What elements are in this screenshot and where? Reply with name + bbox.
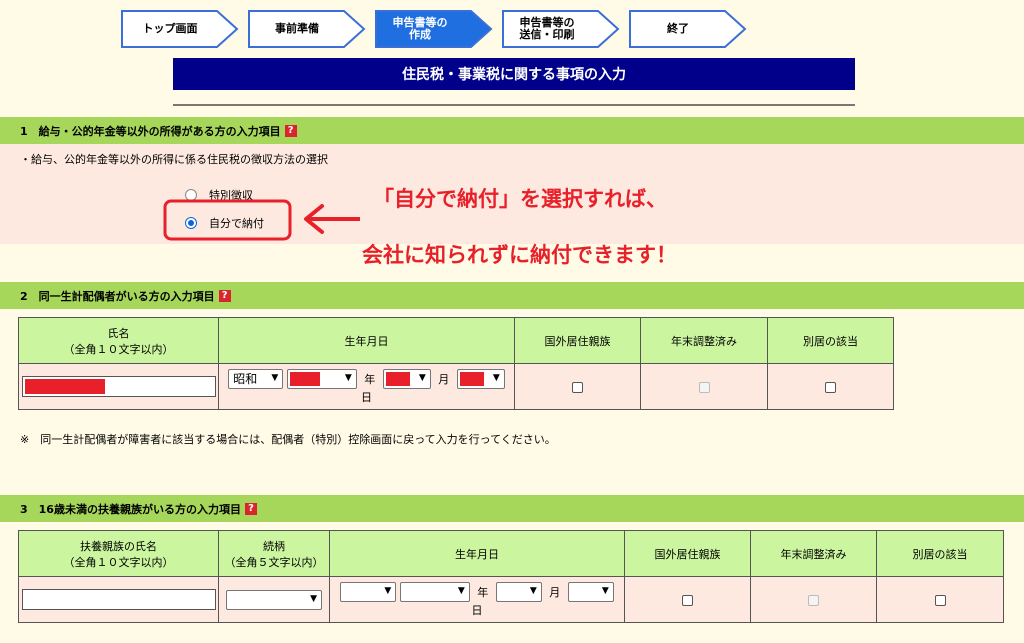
unit-year: 年 [364, 372, 376, 386]
callout-line2: 会社に知られずに納付できます！ [362, 243, 677, 267]
step-finish-label: 終了 [667, 22, 689, 35]
cell-relation: ▼ [218, 576, 330, 623]
month-select[interactable]: ▼ [495, 581, 542, 602]
step-send-print: 申告書等の 送信・印刷 [502, 10, 620, 48]
header-dependent-name-label: 扶養親族の氏名 [80, 539, 157, 553]
header-year-end: 年末調整済み [750, 530, 877, 577]
overseas-checkbox[interactable] [572, 381, 583, 393]
step-create-label: 申告書等の 作成 [392, 16, 448, 41]
chevron-down-icon: ▼ [601, 585, 609, 596]
cell-birth: ▼ ▼ 年 ▼ 月 ▼ 日 [329, 576, 625, 623]
dependent-table: 扶養親族の氏名 （全角１０文字以内） 続柄 （全角５文字以内） 生年月日 国外居… [18, 530, 1004, 623]
header-relation-note: （全角５文字以内） [224, 555, 324, 569]
chevron-down-icon: ▼ [492, 372, 500, 383]
section1-header: 1 給与・公的年金等以外の所得がある方の入力項目 ? [0, 117, 1024, 144]
section1-title: 1 給与・公的年金等以外の所得がある方の入力項目 [20, 124, 281, 138]
header-dependent-name: 扶養親族の氏名 （全角１０文字以内） [18, 530, 219, 577]
unit-month: 月 [549, 585, 561, 599]
step-top-label: トップ画面 [142, 22, 198, 35]
separate-checkbox[interactable] [825, 381, 836, 393]
step-prepare-label: 事前準備 [275, 22, 319, 35]
era-select[interactable]: ▼ [340, 581, 397, 602]
header-name: 氏名 （全角１０文字以内） [18, 317, 219, 364]
chevron-down-icon: ▼ [384, 585, 392, 596]
step-create: 申告書等の 作成 [375, 10, 493, 48]
header-overseas: 国外居住親族 [624, 530, 751, 577]
section2-title: 2 同一生計配偶者がいる方の入力項目 [20, 289, 215, 303]
header-year-end: 年末調整済み [640, 317, 768, 364]
cell-overseas [514, 363, 641, 410]
overseas-checkbox[interactable] [682, 594, 693, 606]
unit-year: 年 [477, 585, 489, 599]
spouse-name-input[interactable] [21, 376, 216, 397]
cell-name [18, 363, 219, 410]
year-end-checkbox [808, 594, 819, 606]
section2-note: ※ 同一生計配偶者が障害者に該当する場合には、配偶者（特別）控除画面に戻って入力… [20, 433, 556, 446]
dependent-name-input[interactable] [21, 589, 216, 610]
header-separate: 別居の該当 [767, 317, 894, 364]
chevron-down-icon: ▼ [418, 372, 426, 383]
divider [173, 104, 855, 106]
year-select[interactable]: ▼ [286, 368, 357, 389]
page-title: 住民税・事業税に関する事項の入力 [173, 58, 855, 90]
help-icon[interactable]: ? [218, 289, 231, 302]
chevron-down-icon: ▼ [529, 585, 537, 596]
header-birth: 生年月日 [329, 530, 625, 577]
cell-year-end [640, 363, 768, 410]
cell-separate [876, 576, 1004, 623]
help-icon[interactable]: ? [284, 124, 297, 137]
cell-dependent-name [18, 576, 219, 623]
step-top: トップ画面 [121, 10, 239, 48]
cell-year-end [750, 576, 877, 623]
unit-month: 月 [438, 372, 450, 386]
callout-line1: 「自分で納付」を選択すれば、 [373, 187, 667, 211]
year-end-checkbox [698, 381, 710, 393]
chevron-down-icon: ▼ [271, 372, 279, 383]
unit-day: 日 [361, 390, 372, 404]
header-overseas: 国外居住親族 [514, 317, 641, 364]
section3-title: 3 16歳未満の扶養親族がいる方の入力項目 [20, 502, 241, 516]
chevron-down-icon: ▼ [310, 593, 317, 604]
header-name-label: 氏名 [107, 326, 130, 340]
section2-header: 2 同一生計配偶者がいる方の入力項目 ? [0, 282, 1024, 309]
step-finish: 終了 [629, 10, 747, 48]
separate-checkbox[interactable] [934, 594, 946, 606]
header-birth: 生年月日 [218, 317, 515, 364]
day-select[interactable]: ▼ [567, 581, 614, 602]
chevron-down-icon: ▼ [344, 372, 352, 383]
header-relation: 続柄 （全角５文字以内） [218, 530, 330, 577]
year-select[interactable]: ▼ [399, 581, 470, 602]
unit-day: 日 [471, 603, 483, 617]
cell-overseas [624, 576, 751, 623]
era-select[interactable]: 昭和 ▼ [228, 368, 284, 389]
highlight-annotation [163, 199, 360, 241]
section1-description: ・給与、公的年金等以外の所得に係る住民税の徴収方法の選択 [20, 153, 328, 166]
help-icon[interactable]: ? [244, 502, 257, 515]
cell-separate [767, 363, 894, 410]
chevron-down-icon: ▼ [457, 585, 465, 596]
spouse-table: 氏名 （全角１０文字以内） 生年月日 国外居住親族 年末調整済み 別居の該当 昭… [18, 317, 894, 410]
section3-header: 3 16歳未満の扶養親族がいる方の入力項目 ? [0, 495, 1024, 522]
month-select[interactable]: ▼ [382, 368, 431, 389]
relation-select[interactable]: ▼ [226, 589, 322, 610]
day-select[interactable]: ▼ [456, 368, 505, 389]
era-value: 昭和 [233, 371, 258, 386]
cell-birth: 昭和 ▼ ▼ 年 ▼ 月 ▼ 日 [218, 363, 515, 410]
step-send-print-label: 申告書等の 送信・印刷 [519, 16, 575, 41]
header-name-note: （全角１０文字以内） [63, 342, 174, 356]
header-relation-label: 続柄 [263, 539, 285, 553]
header-separate: 別居の該当 [876, 530, 1004, 577]
header-dependent-name-note: （全角１０文字以内） [63, 555, 174, 569]
step-prepare: 事前準備 [248, 10, 366, 48]
